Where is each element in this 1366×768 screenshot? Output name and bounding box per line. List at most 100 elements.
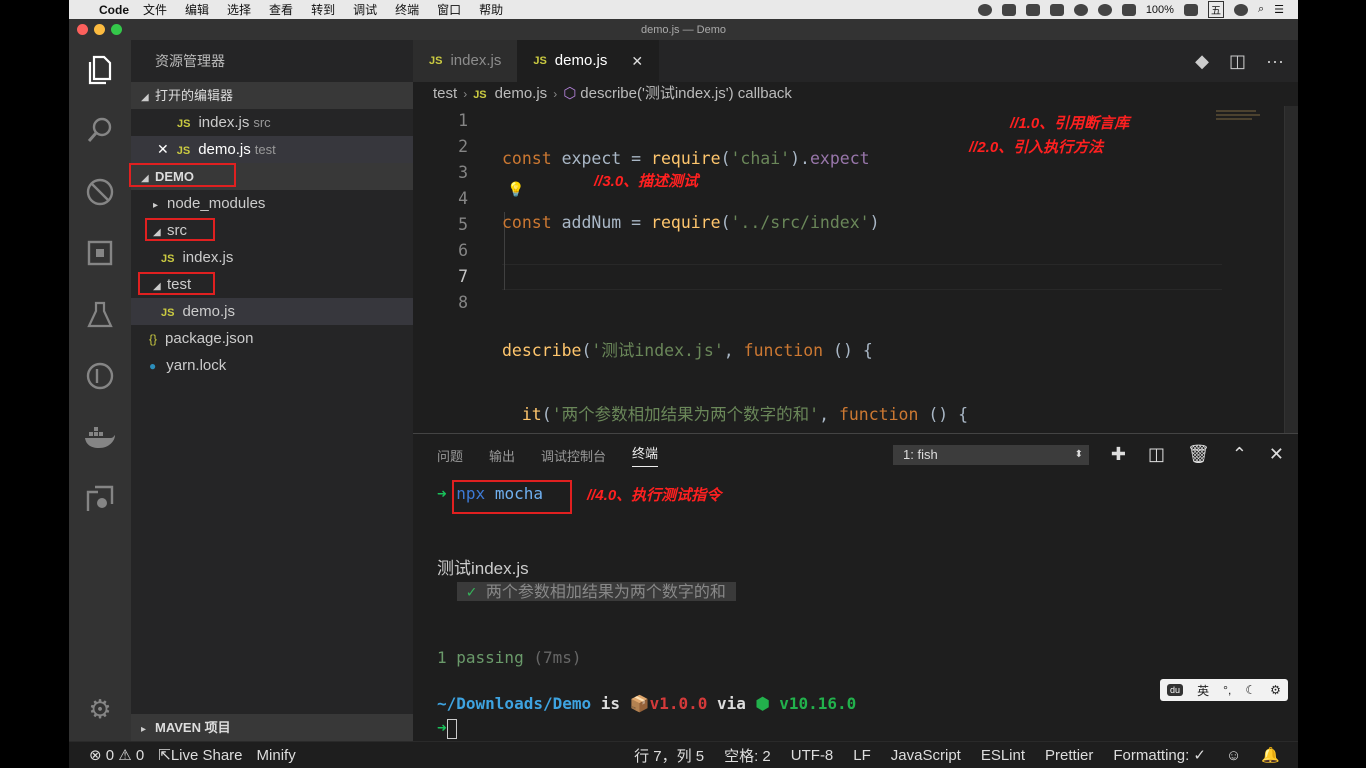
new-terminal-icon[interactable]: ✚ [1111,444,1126,465]
error-count: 0 [105,747,115,764]
test-flask-icon[interactable] [82,297,118,333]
maximize-panel-icon[interactable]: ⌃ [1232,444,1247,465]
split-terminal-icon[interactable]: ◫ [1148,444,1165,465]
spotlight-icon[interactable]: ⌕ [1258,3,1264,16]
notifications-bell-icon[interactable]: 🔔 [1261,746,1280,764]
window-title: demo.js — Demo [641,23,726,36]
volume-icon[interactable] [1121,3,1136,16]
tab-index-js[interactable]: JS index.js [413,40,518,82]
code-editor[interactable]: 1 2 3 4 5 6 7 8 const expect = require('… [413,106,1298,616]
menu-go[interactable]: 转到 [311,1,335,18]
eye-icon[interactable] [1073,3,1088,16]
wechat-icon[interactable] [977,3,992,16]
screen-record-icon[interactable] [1001,3,1016,16]
tree-label: node_modules [167,195,266,212]
lightbulb-icon[interactable]: 💡 [507,182,524,198]
ime-moon-icon[interactable]: ☾ [1245,683,1256,697]
ime-logo-icon[interactable]: du [1167,684,1184,696]
settings-gear-icon[interactable]: ⚙ [82,691,118,727]
ime-punctuation-icon[interactable]: °, [1223,683,1231,697]
input-method-indicator[interactable]: 五 [1207,1,1224,18]
tab-problems[interactable]: 问题 [437,446,463,465]
tree-file-package-json[interactable]: {} package.json [131,325,413,352]
vue-icon[interactable] [1025,3,1040,16]
terminal-select[interactable]: 1: fish ⬍ [893,445,1089,465]
menu-app-name[interactable]: Code [99,3,129,17]
chevron-updown-icon: ⬍ [1074,449,1083,460]
docker-tray-icon[interactable] [1049,3,1064,16]
menu-view[interactable]: 查看 [269,1,293,18]
close-window-button[interactable] [77,24,88,35]
terminal-cursor [446,718,457,739]
wifi-icon[interactable] [1097,3,1112,16]
open-editor-index[interactable]: JS index.js src [131,109,413,136]
git-icon[interactable] [82,358,118,394]
editor-scrollbar[interactable] [1284,106,1298,433]
maven-section-header[interactable]: ▸ MAVEN 项目 [131,714,413,741]
battery-icon[interactable] [1183,3,1198,16]
notification-center-icon[interactable]: ☰ [1274,3,1284,16]
menu-window[interactable]: 窗口 [437,1,461,18]
ime-settings-icon[interactable]: ⚙ [1270,683,1281,697]
language-mode[interactable]: JavaScript [891,747,961,764]
encoding[interactable]: UTF-8 [791,747,834,764]
problems-status[interactable]: ⊗ 0 ⚠ 0 [89,746,144,764]
tree-file-test-demo[interactable]: JS demo.js [131,298,413,325]
test-case-name: 两个参数相加结果为两个数字的和 [485,582,726,601]
close-editor-icon[interactable]: ✕ [157,141,169,157]
menu-edit[interactable]: 编辑 [185,1,209,18]
menu-debug[interactable]: 调试 [353,1,377,18]
split-editor-icon[interactable]: ◫ [1229,51,1246,72]
line-number: 5 [458,215,468,234]
search-icon[interactable] [82,112,118,148]
trash-icon[interactable]: 🗑 [1187,444,1210,465]
minimize-window-button[interactable] [94,24,105,35]
tab-terminal[interactable]: 终端 [632,443,659,467]
js-file-icon: JS [176,145,191,157]
close-tab-icon[interactable]: ✕ [631,40,643,82]
open-editor-demo[interactable]: ✕ JS demo.js test [131,136,413,163]
prettier-status[interactable]: Prettier [1045,747,1093,764]
ime-toolbar: du 英 °, ☾ ⚙ [1160,679,1288,701]
eslint-status[interactable]: ESLint [981,747,1025,764]
tab-debug-console[interactable]: 调试控制台 [541,446,606,465]
more-actions-icon[interactable]: ··· [1266,51,1284,72]
tab-output[interactable]: 输出 [489,446,515,465]
test-duration: (7ms) [533,648,582,667]
feedback-smiley-icon[interactable]: ☺ [1226,747,1241,764]
breadcrumb-file[interactable]: demo.js [495,85,548,102]
formatting-status[interactable]: Formatting: ✓ [1113,746,1206,764]
extensions-icon[interactable] [82,235,118,271]
open-changes-icon[interactable]: ◆ [1195,51,1209,72]
menu-selection[interactable]: 选择 [227,1,251,18]
terminal-output[interactable]: ➜ npx mocha //4.0、执行测试指令 测试index.js ✓ 两个… [437,476,856,739]
sidebar-title: 资源管理器 [155,53,225,69]
menu-help[interactable]: 帮助 [479,1,503,18]
minimap[interactable] [1216,108,1276,128]
tree-file-src-index[interactable]: JS index.js [131,244,413,271]
zoom-window-button[interactable] [111,24,122,35]
close-panel-icon[interactable]: ✕ [1269,444,1284,465]
error-icon: ⊗ [89,747,102,764]
status-bar: ⊗ 0 ⚠ 0 ⇱Live Share Minify 行 7，列 5 空格: 2… [69,741,1298,768]
breadcrumb-symbol[interactable]: describe('测试index.js') callback [580,85,792,102]
tree-node-modules[interactable]: ▸ node_modules [131,190,413,217]
docker-icon[interactable] [82,420,118,456]
debug-icon[interactable] [82,174,118,210]
clock-icon[interactable] [1233,3,1248,16]
tree-file-yarn-lock[interactable]: ● yarn.lock [131,352,413,379]
live-share-status[interactable]: ⇱Live Share [158,746,242,764]
ime-language[interactable]: 英 [1197,682,1209,699]
minify-status[interactable]: Minify [257,747,296,764]
end-of-line[interactable]: LF [853,747,871,764]
indentation[interactable]: 空格: 2 [724,745,771,766]
explorer-icon[interactable] [82,52,118,88]
menu-terminal[interactable]: 终端 [395,1,419,18]
open-editors-header[interactable]: ◢ 打开的编辑器 [131,82,413,109]
menu-file[interactable]: 文件 [143,1,167,18]
prompt-arrow-icon: ➜ [437,718,447,737]
breadcrumb-folder[interactable]: test [433,85,457,102]
cursor-position[interactable]: 行 7，列 5 [634,745,704,766]
tab-demo-js[interactable]: JS demo.js ✕ [517,40,660,82]
live-share-icon[interactable] [82,481,118,517]
